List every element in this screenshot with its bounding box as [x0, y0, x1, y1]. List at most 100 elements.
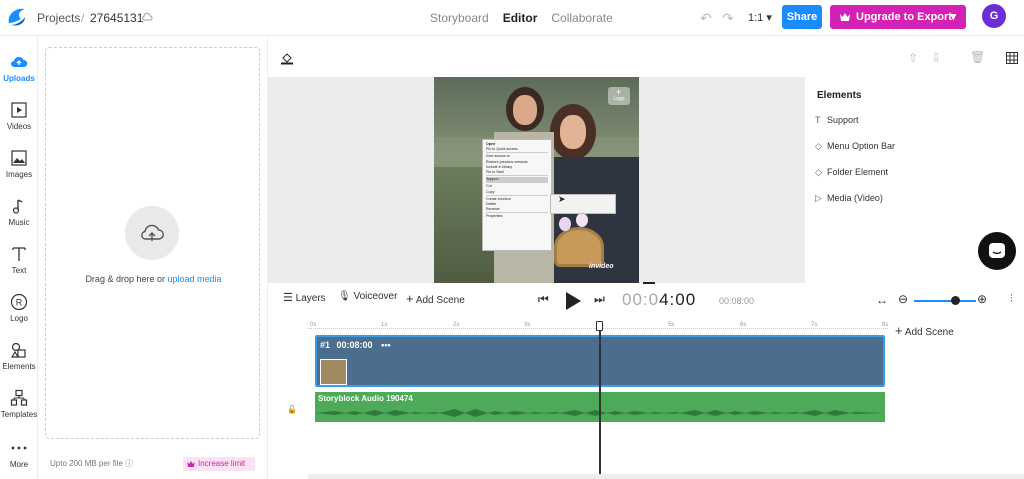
info-icon[interactable]: ⓘ: [125, 459, 133, 468]
playhead-line[interactable]: [599, 322, 601, 475]
layers-button[interactable]: ☰ Layers: [283, 291, 326, 311]
logo-placeholder[interactable]: + Logo: [608, 87, 630, 105]
canvas-toolbar: ⇧ ⇩ 🗑: [270, 37, 1024, 77]
sidebar-item-templates[interactable]: Templates: [0, 389, 38, 419]
tab-collaborate[interactable]: Collaborate: [551, 11, 612, 25]
layers-label: Layers: [295, 293, 326, 304]
skip-back-icon[interactable]: ⏮: [538, 292, 549, 307]
chevron-down-icon: ▾: [950, 11, 956, 23]
sidebar-label: Videos: [6, 122, 32, 131]
element-item-media-video[interactable]: ▷ Media (Video): [815, 193, 883, 204]
templates-icon: [10, 389, 28, 406]
sidebar-item-uploads[interactable]: Uploads: [0, 53, 38, 83]
upgrade-to-export-button[interactable]: Upgrade to Export ▾: [830, 5, 966, 29]
move-up-icon[interactable]: ⇧: [908, 51, 918, 65]
sidebar-label: More: [9, 460, 29, 469]
total-duration: 00:08:00: [719, 296, 755, 306]
skip-forward-icon[interactable]: ⏭: [594, 292, 605, 307]
plus-icon: +: [406, 291, 414, 306]
move-down-icon[interactable]: ⇩: [931, 51, 941, 65]
sidebar-label: Images: [5, 170, 33, 179]
scene-number: #1: [320, 340, 331, 350]
video-icon: [11, 102, 27, 118]
upload-dropzone[interactable]: Drag & drop here or upload media: [45, 47, 260, 439]
context-menu-element[interactable]: Open Pin to Quick access Give access to …: [482, 139, 552, 251]
share-button[interactable]: Share: [782, 5, 822, 29]
element-item-support[interactable]: T Support: [815, 115, 859, 125]
tab-storyboard[interactable]: Storyboard: [430, 11, 489, 25]
zoom-out-icon[interactable]: ⊖: [898, 292, 908, 306]
sidebar-item-videos[interactable]: Videos: [0, 101, 38, 131]
sidebar-label: Music: [8, 218, 30, 227]
elements-panel-title: Elements: [817, 90, 862, 101]
zoom-slider-handle[interactable]: [951, 296, 960, 305]
add-scene-button[interactable]: + Add Scene: [406, 291, 465, 311]
scene-thumbnail: [320, 359, 347, 385]
add-scene-label: Add Scene: [415, 295, 465, 306]
person-right-face: [560, 115, 586, 149]
fit-width-icon[interactable]: ↔: [876, 293, 888, 307]
scene-clip-header: #1 00:08:00 •••: [320, 340, 391, 350]
zoom-slider-track[interactable]: [914, 300, 976, 302]
diamond-icon: ◇: [815, 141, 822, 151]
redo-icon[interactable]: ↷: [722, 10, 734, 27]
sidebar-item-logo[interactable]: R Logo: [0, 293, 38, 323]
user-avatar[interactable]: G: [982, 4, 1006, 28]
uploads-panel: Drag & drop here or upload media Upto 20…: [38, 37, 268, 479]
sidebar-label: Templates: [0, 410, 38, 419]
aspect-ratio-select[interactable]: 1:1 ▾: [748, 11, 772, 24]
sidebar-item-images[interactable]: Images: [0, 149, 38, 179]
timeline-add-scene-button[interactable]: + Add Scene: [895, 323, 954, 338]
project-name[interactable]: 27645131: [90, 11, 143, 25]
element-item-menu-option-bar[interactable]: ◇ Menu Option Bar: [815, 141, 895, 152]
audio-track-label: Storyblock Audio 190474: [318, 394, 413, 403]
sidebar-item-text[interactable]: Text: [0, 245, 38, 275]
flower-basket: [554, 227, 604, 267]
support-chat-button[interactable]: [978, 232, 1016, 270]
increase-limit-button[interactable]: Increase limit: [183, 457, 255, 471]
timeline-scrollbar[interactable]: [308, 474, 1024, 479]
crown-icon: [187, 461, 195, 467]
sidebar-label: Text: [11, 266, 27, 275]
scene-duration: 00:08:00: [336, 340, 373, 350]
svg-text:R: R: [16, 298, 23, 308]
upgrade-label: Upgrade to Export: [856, 11, 952, 23]
crown-icon: [840, 13, 850, 21]
trash-icon[interactable]: 🗑: [970, 50, 985, 64]
diamond-icon: ◇: [815, 167, 822, 177]
upload-media-link[interactable]: upload media: [168, 274, 222, 284]
sidebar-item-more[interactable]: More: [0, 439, 38, 469]
left-sidebar: Uploads Videos Images Music Text R Logo …: [0, 37, 38, 479]
audio-lock-icon[interactable]: 🔓: [287, 405, 297, 414]
voiceover-button[interactable]: 🎙 Voiceover: [338, 291, 397, 311]
tab-editor[interactable]: Editor: [503, 11, 538, 25]
canvas-resize-handle[interactable]: [643, 282, 655, 284]
sidebar-item-music[interactable]: Music: [0, 197, 38, 227]
playhead-handle[interactable]: [596, 321, 603, 331]
add-icon: +: [616, 87, 622, 97]
more-dots-icon: [11, 446, 27, 450]
element-label: Media (Video): [827, 193, 883, 203]
video-preview[interactable]: + Logo Open Pin to Quick access Give acc…: [434, 77, 639, 283]
play-icon[interactable]: [563, 290, 583, 312]
dropzone-text: Drag & drop here or upload media: [46, 274, 261, 284]
sidebar-label: Elements: [2, 362, 36, 371]
paint-bucket-icon[interactable]: [280, 51, 294, 65]
app-logo-icon[interactable]: [5, 5, 29, 29]
upload-cloud-badge: [125, 206, 179, 260]
timeline-options-icon[interactable]: ⫶: [1010, 293, 1013, 306]
undo-icon[interactable]: ↶: [700, 10, 712, 27]
cloud-saved-icon: [142, 12, 153, 21]
scene-menu-icon[interactable]: •••: [381, 340, 390, 350]
zoom-in-icon[interactable]: ⊕: [977, 292, 987, 306]
layers-icon: ☰: [283, 292, 293, 304]
element-item-folder-element[interactable]: ◇ Folder Element: [815, 167, 888, 178]
element-label: Menu Option Bar: [827, 141, 896, 151]
sidebar-item-elements[interactable]: Elements: [0, 341, 38, 371]
add-scene-label: Add Scene: [904, 327, 954, 338]
text-type-icon: T: [815, 115, 821, 125]
breadcrumb-projects[interactable]: Projects: [37, 11, 80, 25]
aspect-ratio-value: 1:1: [748, 12, 764, 24]
grid-icon[interactable]: [1006, 52, 1018, 64]
element-label: Support: [827, 115, 859, 125]
